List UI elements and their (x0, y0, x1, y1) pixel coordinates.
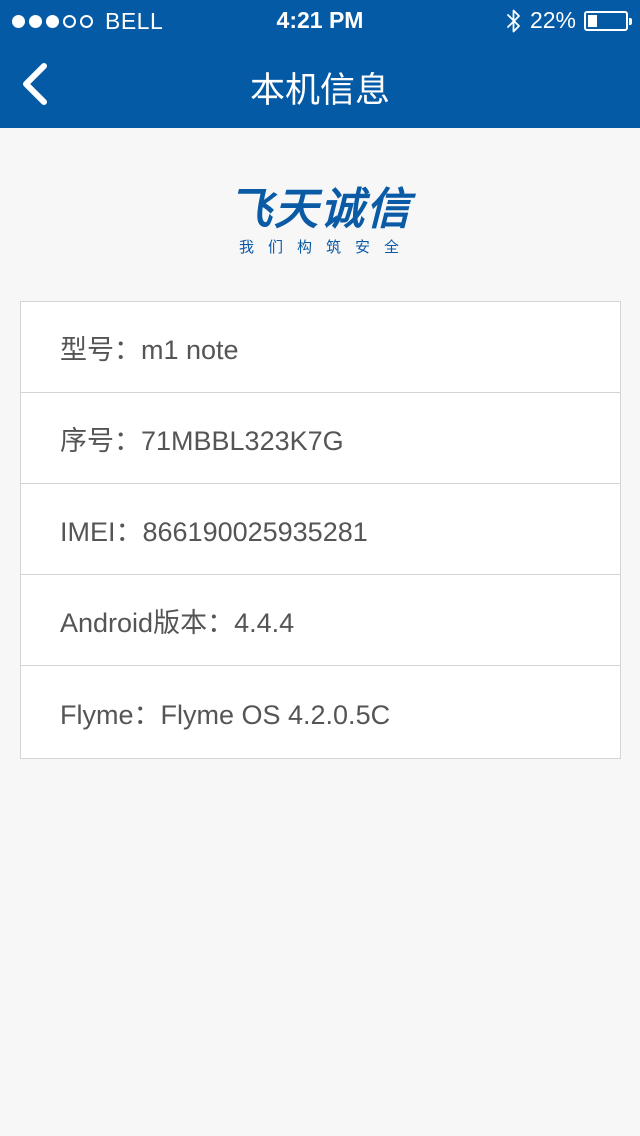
battery-percent: 22% (529, 7, 576, 33)
info-row-android-version: Android版本：4.4.4 (21, 575, 620, 666)
battery-icon (584, 10, 632, 31)
status-bar: BELL 4:21 PM 22% (0, 0, 640, 40)
device-info-list: 型号：m1 note 序号：71MBBL323K7G IMEI：86619002… (20, 301, 621, 759)
logo-tagline: 我们构筑安全 (238, 239, 413, 256)
info-row-serial: 序号：71MBBL323K7G (21, 393, 620, 484)
battery-fill (588, 14, 597, 27)
info-row-flyme: Flyme：Flyme OS 4.2.0.5C (60, 699, 391, 730)
nav-bar: 本机信息 (0, 40, 640, 128)
logo-wordmark: 飞天诚信 (228, 185, 412, 234)
status-right: 22% (506, 7, 632, 34)
info-row-imei: IMEI：866190025935281 (21, 484, 620, 575)
battery-tip (629, 17, 632, 25)
header: BELL 4:21 PM 22% 本机信息 (0, 0, 640, 128)
info-row-model: 型号：m1 note (21, 302, 620, 393)
logo: 飞天诚信 我们构筑安全 (205, 186, 435, 257)
bluetooth-icon (507, 9, 520, 32)
page-title: 本机信息 (249, 71, 390, 110)
